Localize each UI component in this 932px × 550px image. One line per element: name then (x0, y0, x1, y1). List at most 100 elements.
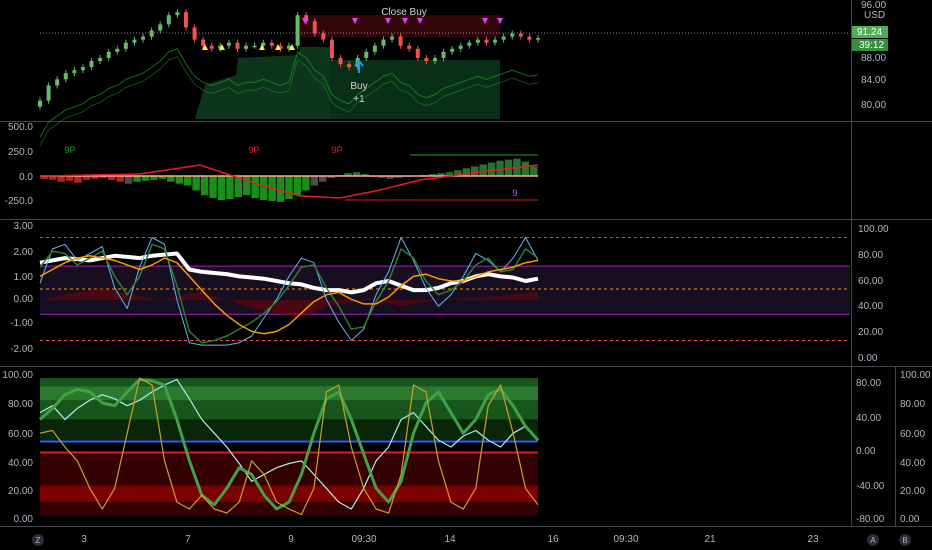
histogram-bar (183, 176, 192, 186)
histogram-bar (243, 176, 251, 196)
oscillator-tick: -1.00 (10, 318, 33, 329)
histogram-bar (175, 176, 183, 184)
candle-body (364, 51, 369, 58)
candle-body (63, 73, 68, 80)
candle-body (432, 57, 437, 61)
histogram-bar (74, 176, 82, 183)
auto-scale-label: A (870, 536, 876, 545)
oscillator-tick: 0.00 (14, 294, 34, 305)
candle-body (235, 42, 240, 49)
candle-body (80, 67, 85, 71)
oscillator-right-tick: 60.00 (858, 276, 883, 287)
oscillator-right-tick: 100.00 (858, 224, 889, 235)
overbought-zone (40, 386, 538, 401)
histogram-bar (192, 176, 200, 191)
candle-body (46, 85, 51, 101)
price-tick: 84.00 (861, 75, 886, 86)
histogram-bar (293, 176, 302, 196)
candle-body (295, 15, 300, 46)
oscillator-tick: -2.00 (10, 344, 33, 355)
oscillator-tick: 3.00 (14, 221, 34, 232)
nine-label: 9 (512, 188, 517, 198)
histogram-bar (133, 176, 141, 182)
histogram-bar (521, 161, 530, 176)
candle-body (55, 79, 60, 86)
candle-body (201, 39, 206, 46)
time-tick: 09:30 (351, 534, 376, 545)
momentum-tick: -250.0 (5, 196, 34, 207)
candle-body (106, 51, 111, 58)
candle-body (252, 45, 257, 48)
histogram-bar (487, 162, 496, 176)
candle-body (158, 24, 163, 31)
candle-body (441, 51, 446, 58)
candle-body (312, 21, 317, 34)
bottom-right-button[interactable]: B (899, 534, 911, 546)
histogram-bar (302, 176, 310, 191)
candle-body (450, 48, 455, 52)
time-tick: 7 (185, 534, 191, 545)
zones-tick: 80.00 (8, 399, 33, 410)
zones-tick: 60.00 (8, 429, 33, 440)
bottom-right-label: B (902, 536, 907, 545)
time-tick: 9 (288, 534, 294, 545)
candle-body (475, 39, 480, 43)
zones-tick: 20.00 (8, 486, 33, 497)
candle-body (321, 33, 326, 40)
zones-outer-tick: 20.00 (900, 486, 925, 497)
auto-scale-button[interactable]: A (867, 534, 879, 546)
candle-body (518, 33, 523, 37)
oscillator-tick: 1.00 (14, 272, 34, 283)
time-tick: 23 (807, 534, 819, 545)
candle-body (115, 48, 120, 52)
neutral-zone (40, 419, 538, 441)
zones-inner-tick: 40.00 (856, 413, 881, 424)
time-tick: 16 (547, 534, 559, 545)
candle-body (72, 70, 77, 74)
price-tick: 80.00 (861, 100, 886, 111)
histogram-bar (167, 176, 175, 182)
timezone-badge[interactable]: Z (32, 534, 44, 546)
time-tick: 09:30 (613, 534, 638, 545)
histogram-bar (116, 176, 124, 182)
candle-body (415, 48, 420, 58)
close-buy-label: Close Buy (381, 7, 427, 18)
price-tick: 88.00 (861, 53, 886, 64)
histogram-bar (217, 176, 226, 200)
neutral-zone (40, 266, 850, 315)
nine-label: 9P (248, 145, 259, 155)
histogram-bar (310, 176, 319, 186)
histogram-bar (209, 176, 217, 199)
timezone-badge-label: Z (36, 536, 41, 545)
countdown-value: 39:12 (859, 40, 884, 51)
histogram-bar (259, 176, 268, 200)
candle-body (175, 12, 180, 16)
zones-tick: 0.00 (14, 514, 34, 525)
oscillator-right-tick: 80.00 (858, 250, 883, 261)
momentum-tick: 0.0 (19, 172, 33, 183)
candle-body (226, 42, 231, 46)
time-tick: 21 (704, 534, 716, 545)
zones-outer-tick: 0.00 (900, 514, 920, 525)
zones-outer-tick: 80.00 (900, 399, 925, 410)
candle-body (38, 100, 42, 107)
histogram-bar (530, 166, 538, 176)
candle-body (329, 39, 334, 58)
candle-body (123, 42, 128, 49)
time-tick: 3 (81, 534, 87, 545)
resistance-band (300, 15, 500, 37)
candle-body (132, 39, 137, 43)
candle-body (141, 36, 146, 40)
chart-stage[interactable]: Close Buy Buy +1 96.00 USD 88.00 84.00 8… (0, 0, 932, 550)
candle-body (244, 45, 249, 49)
zones-inner-tick: -80.00 (856, 514, 885, 525)
candle-body (501, 36, 506, 40)
candle-body (493, 39, 498, 43)
candle-body (424, 57, 429, 61)
histogram-bar (285, 176, 293, 200)
histogram-bar (57, 176, 65, 182)
oversold-zone (40, 453, 538, 486)
candle-body (269, 42, 274, 46)
candle-body (390, 36, 395, 40)
momentum-tick: 500.0 (8, 122, 33, 133)
